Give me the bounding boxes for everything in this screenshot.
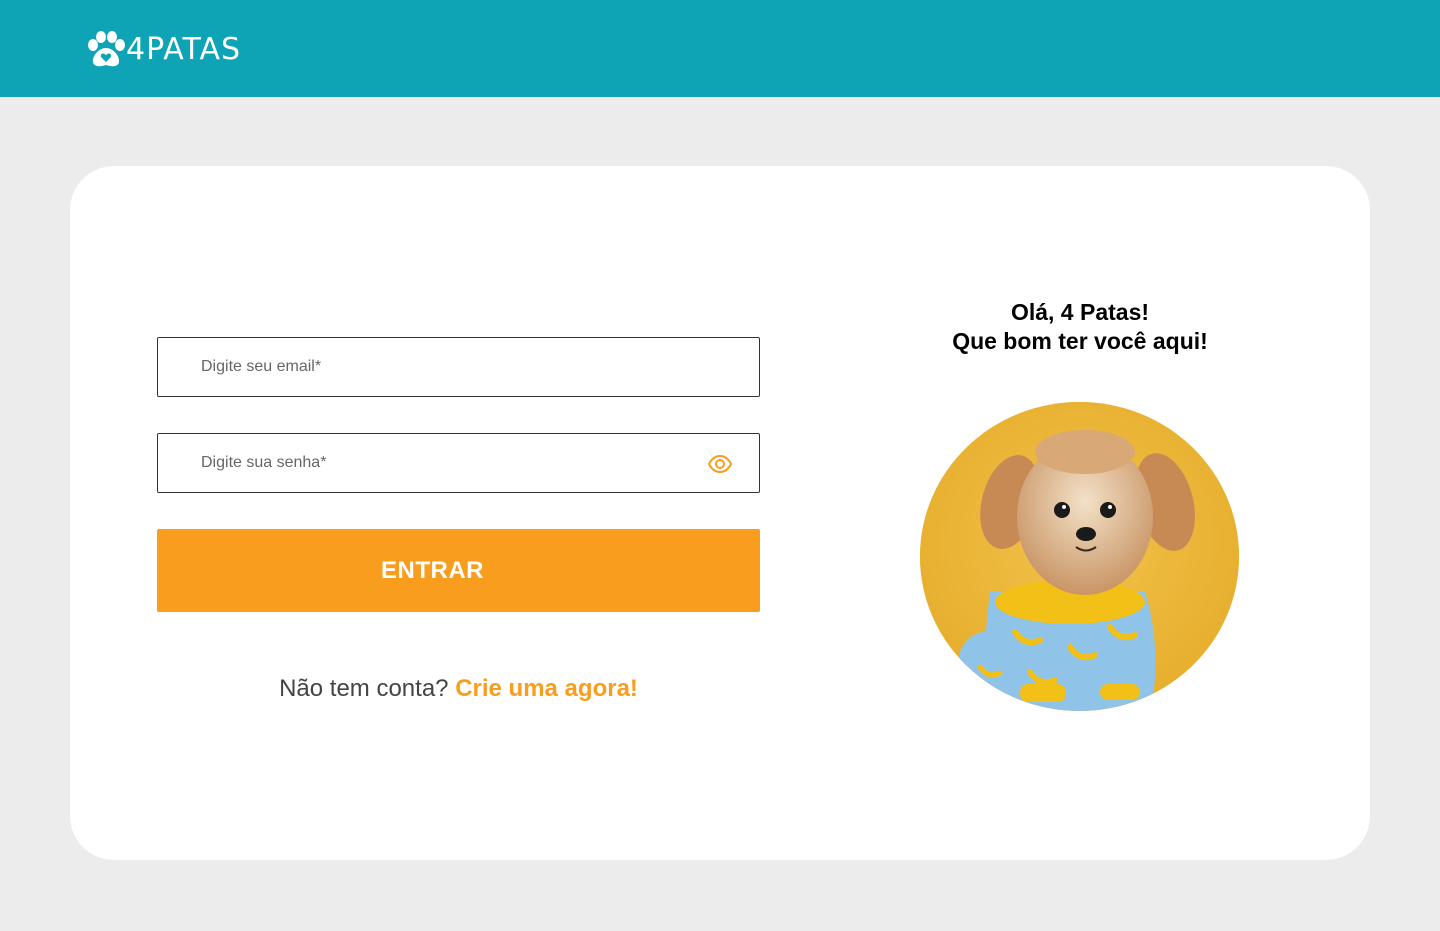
email-input[interactable] <box>158 338 759 396</box>
brand-logo[interactable]: 4PATAS <box>86 30 241 70</box>
signup-link[interactable]: Crie uma agora! <box>455 675 638 702</box>
password-input[interactable] <box>158 434 759 492</box>
signup-prompt: Não tem conta? <box>279 675 449 702</box>
welcome-line-1: Olá, 4 Patas! <box>1010 299 1150 325</box>
eye-icon[interactable] <box>707 451 733 477</box>
login-button[interactable]: ENTRAR <box>157 529 760 612</box>
signup-row: Não tem conta? Crie uma agora! <box>157 672 760 706</box>
welcome-heading: Olá, 4 Patas! Que bom ter você aqui! <box>900 298 1260 356</box>
paw-heart-icon <box>88 31 125 67</box>
email-field[interactable] <box>157 337 760 397</box>
login-card: ENTRAR Não tem conta? Crie uma agora! Ol… <box>70 166 1370 860</box>
top-header: 4PATAS <box>0 0 1440 97</box>
welcome-line-2: Que bom ter você aqui! <box>952 328 1208 354</box>
dog-photo <box>920 402 1239 711</box>
brand-name: 4PATAS <box>126 32 242 67</box>
dog-illustration <box>920 402 1239 711</box>
password-field[interactable] <box>157 433 760 493</box>
